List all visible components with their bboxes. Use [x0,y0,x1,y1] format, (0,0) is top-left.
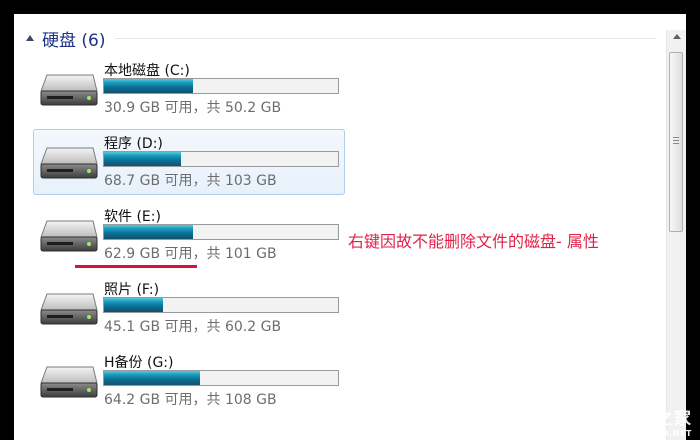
annotation-text: 右键因故不能删除文件的磁盘- 属性 [348,232,599,251]
group-header-hard-drives[interactable]: 硬盘 (6) [22,24,656,52]
drive-name: 照片 (F:) [104,282,160,298]
watermark-url: XITONGZHIJIA.NET [600,429,692,438]
hard-drive-icon [37,217,99,257]
grip-line [673,143,679,144]
drive-name: 本地磁盘 (C:) [104,63,190,79]
hard-drive-icon [37,144,99,184]
collapse-arrow-icon[interactable] [26,35,34,41]
drive-usage-fill [104,298,163,312]
drive-usage-bar [103,297,339,313]
hard-drive-icon [37,71,99,111]
group-divider [115,37,656,39]
drive-usage-fill [104,371,200,385]
explorer-window: 硬盘 (6) 本地磁盘 (C:) 30.9 GB 可用，共 50.2 GB 程序… [14,14,686,440]
drive-size-text: 64.2 GB 可用，共 108 GB [104,392,277,408]
drive-name: H备份 (G:) [104,355,174,371]
drive-usage-bar [103,78,339,94]
drive-item[interactable]: H备份 (G:) 64.2 GB 可用，共 108 GB [33,348,345,414]
drive-usage-bar [103,224,339,240]
drive-usage-fill [104,152,182,166]
drive-name: 软件 (E:) [104,209,161,225]
drive-item[interactable]: 软件 (E:) 62.9 GB 可用，共 101 GB [33,202,345,268]
annotation-underline [75,265,197,268]
group-title: 硬盘 (6) [42,30,106,51]
drive-name: 程序 (D:) [104,136,163,152]
drive-size-text: 30.9 GB 可用，共 50.2 GB [104,100,282,116]
drive-usage-fill [104,79,193,93]
drive-usage-fill [104,225,193,239]
watermark-text: 系统之家 [620,409,692,429]
scroll-up-arrow-icon[interactable] [673,34,681,39]
drive-size-text: 45.1 GB 可用，共 60.2 GB [104,319,282,335]
vertical-scrollbar[interactable] [666,30,686,440]
hard-drive-icon [37,363,99,403]
drive-item[interactable]: 本地磁盘 (C:) 30.9 GB 可用，共 50.2 GB [33,56,345,122]
grip-line [673,137,679,138]
watermark: 系统之家 XITONGZHIJIA.NET [599,404,692,438]
grip-line [673,140,679,141]
drive-size-text: 68.7 GB 可用，共 103 GB [104,173,277,189]
drive-usage-bar [103,151,339,167]
drive-item[interactable]: 照片 (F:) 45.1 GB 可用，共 60.2 GB [33,275,345,341]
drive-item[interactable]: 程序 (D:) 68.7 GB 可用，共 103 GB [33,129,345,195]
watermark-logo-icon [599,407,617,426]
drive-size-text: 62.9 GB 可用，共 101 GB [104,246,277,262]
hard-drive-icon [37,290,99,330]
drive-usage-bar [103,370,339,386]
scroll-thumb[interactable] [669,52,683,232]
